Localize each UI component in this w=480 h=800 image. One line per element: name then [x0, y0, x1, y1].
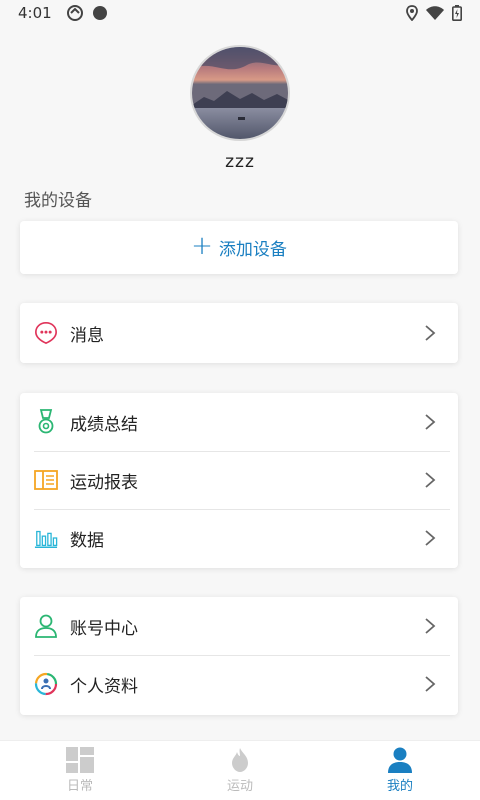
message-bubble-icon [34, 321, 58, 345]
username: zzz [225, 152, 255, 172]
tab-daily[interactable]: 日常 [0, 741, 160, 800]
menu-item-account-center[interactable]: 账号中心 [20, 597, 458, 655]
menu-item-label: 数据 [70, 530, 104, 551]
performance-card: 成绩总结 运动报表 数据 [20, 393, 458, 568]
menu-item-label: 个人资料 [70, 676, 138, 697]
menu-item-messages[interactable]: 消息 [20, 303, 458, 363]
tab-mine[interactable]: 我的 [320, 741, 480, 800]
battery-icon [452, 5, 462, 21]
medal-icon [34, 409, 58, 434]
chevron-right-icon [425, 325, 436, 341]
tab-label: 日常 [66, 779, 93, 794]
status-time: 4:01 [18, 4, 52, 22]
tab-label: 运动 [226, 779, 253, 794]
chevron-right-icon [425, 530, 436, 546]
flame-icon [232, 748, 248, 772]
menu-item-performance-summary[interactable]: 成绩总结 [20, 393, 458, 451]
menu-item-label: 成绩总结 [70, 414, 138, 435]
person-icon [388, 747, 412, 773]
messages-card: 消息 [20, 303, 458, 363]
chevron-right-icon [425, 618, 436, 634]
sync-icon [66, 4, 84, 22]
menu-item-data[interactable]: 数据 [20, 509, 458, 567]
tab-sports[interactable]: 运动 [160, 741, 320, 800]
avatar[interactable] [190, 45, 290, 141]
status-bar: 4:01 [0, 0, 480, 26]
profile-badge-icon [34, 672, 58, 696]
menu-item-sports-report[interactable]: 运动报表 [20, 451, 458, 509]
menu-item-label: 消息 [70, 325, 104, 346]
tab-label: 我的 [386, 779, 413, 794]
report-book-icon [34, 468, 58, 492]
notification-dot-icon [92, 5, 108, 21]
menu-item-personal-info[interactable]: 个人资料 [20, 655, 458, 713]
bar-chart-icon [34, 526, 58, 550]
chevron-right-icon [425, 676, 436, 692]
account-card: 账号中心 个人资料 [20, 597, 458, 715]
wifi-icon [426, 6, 444, 20]
menu-item-label: 运动报表 [70, 472, 138, 493]
bottom-navigation: 日常 运动 我的 [0, 740, 480, 800]
plus-icon: + [191, 231, 213, 261]
section-label-my-devices: 我的设备 [24, 191, 92, 211]
menu-item-label: 账号中心 [70, 618, 138, 639]
chevron-right-icon [425, 414, 436, 430]
chevron-right-icon [425, 472, 436, 488]
add-device-button[interactable]: + 添加设备 [20, 221, 458, 274]
dashboard-icon [66, 747, 94, 773]
user-icon [34, 614, 58, 638]
add-device-label: 添加设备 [218, 240, 287, 260]
location-icon [406, 5, 418, 21]
